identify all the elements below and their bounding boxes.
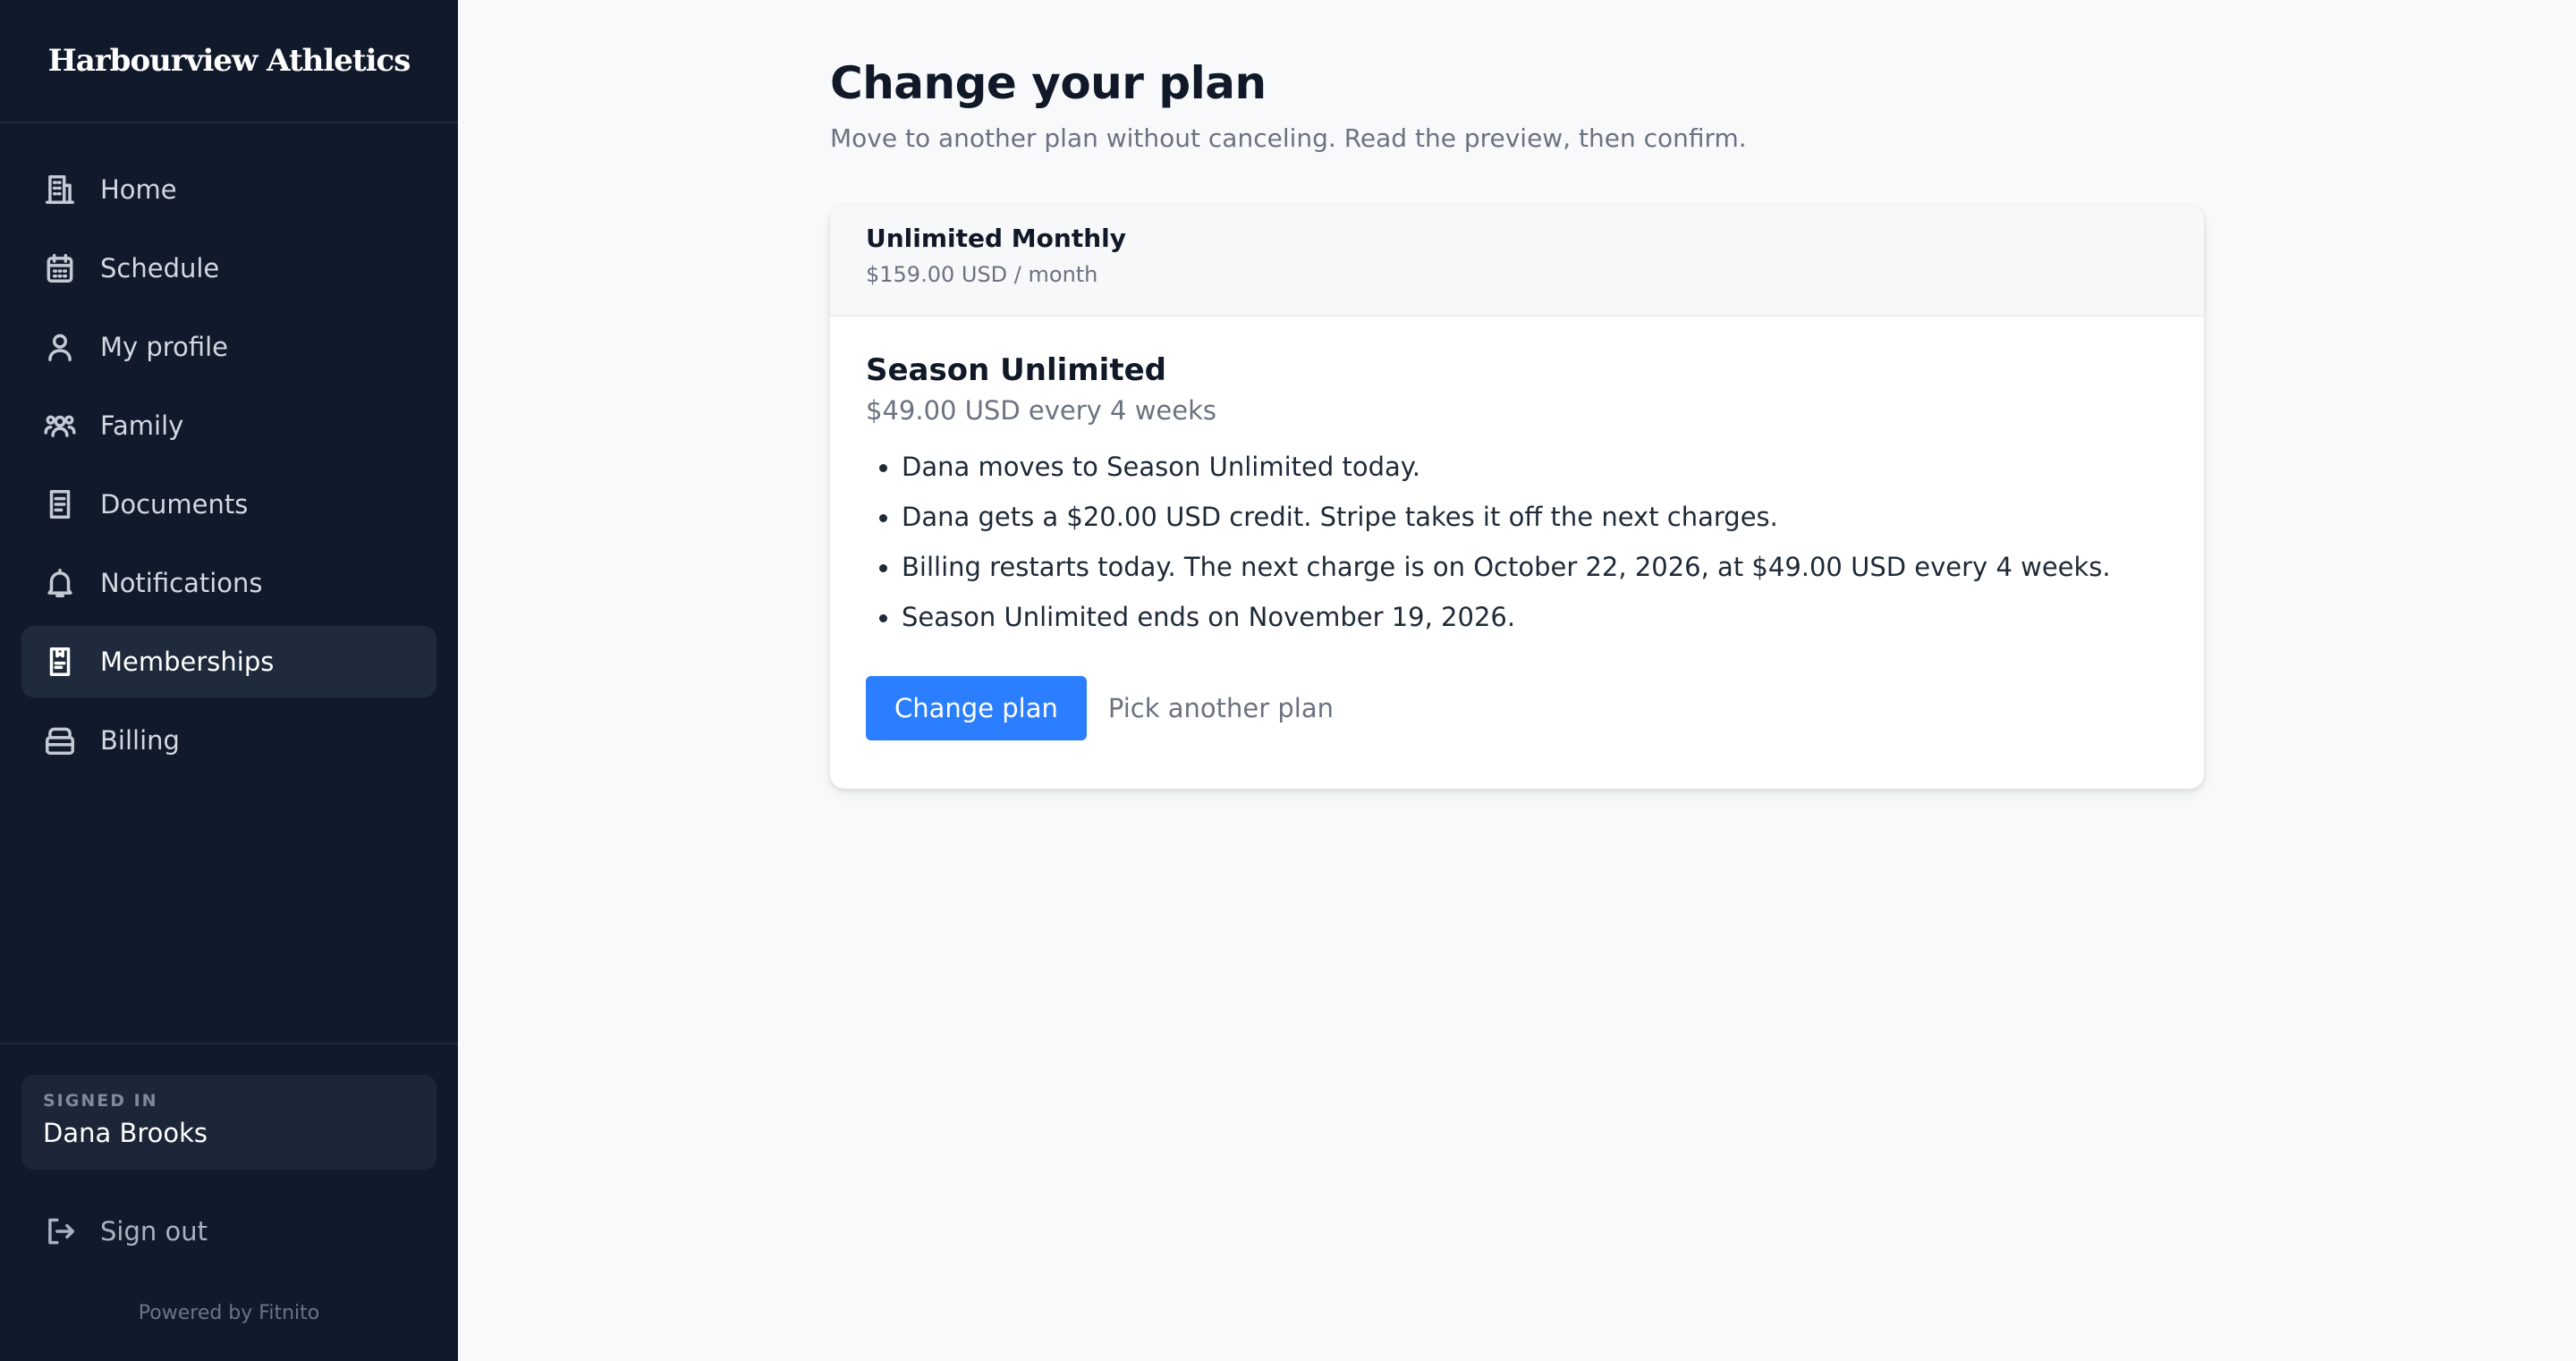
document-icon [43, 487, 77, 521]
sidebar-item-memberships[interactable]: Memberships [21, 626, 436, 697]
current-plan-name: Unlimited Monthly [866, 224, 1127, 253]
list-item: Dana gets a $20.00 USD credit. Stripe ta… [866, 492, 2168, 542]
sidebar-item-label: My profile [100, 332, 229, 362]
clipboard-icon [43, 645, 77, 679]
user-icon [43, 330, 77, 364]
list-item: Billing restarts today. The next charge … [866, 542, 2168, 592]
sign-out-button[interactable]: Sign out [21, 1207, 436, 1255]
current-plan: Unlimited Monthly $159.00 USD / month [830, 206, 2204, 317]
page-title: Change your plan [830, 57, 1267, 109]
sidebar-item-notifications[interactable]: Notifications [21, 547, 436, 619]
sidebar: Harbourview Athletics Home Schedule My p… [0, 0, 458, 1361]
signed-in-label: SIGNED IN [43, 1091, 158, 1111]
building-icon [43, 173, 77, 207]
user-name: Dana Brooks [43, 1118, 208, 1148]
bell-icon [43, 566, 77, 600]
sidebar-item-label: Memberships [100, 647, 275, 677]
sign-out-icon [48, 1218, 74, 1245]
sidebar-item-home[interactable]: Home [21, 154, 436, 225]
card-actions: Change plan Pick another plan [866, 676, 2168, 740]
pick-another-plan-link[interactable]: Pick another plan [1108, 693, 1334, 723]
powered-by: Powered by Fitnito [138, 1302, 320, 1324]
sidebar-item-my-profile[interactable]: My profile [21, 311, 436, 383]
page-subtitle: Move to another plan without canceling. … [830, 123, 1747, 153]
sidebar-item-schedule[interactable]: Schedule [21, 232, 436, 304]
sidebar-item-label: Family [100, 410, 184, 441]
sidebar-item-label: Billing [100, 725, 180, 756]
sidebar-item-documents[interactable]: Documents [21, 469, 436, 540]
sidebar-item-label: Schedule [100, 253, 220, 283]
users-icon [43, 409, 77, 443]
sidebar-item-label: Notifications [100, 568, 263, 598]
new-plan-price: $49.00 USD every 4 weeks [866, 395, 1216, 426]
new-plan-name: Season Unlimited [866, 352, 1166, 388]
sign-out-label: Sign out [100, 1216, 208, 1247]
current-plan-price: $159.00 USD / month [866, 262, 1098, 287]
wallet-icon [43, 723, 77, 757]
list-item: Season Unlimited ends on November 19, 20… [866, 592, 2168, 642]
calendar-icon [43, 251, 77, 285]
sidebar-item-label: Home [100, 174, 177, 205]
sidebar-item-family[interactable]: Family [21, 390, 436, 461]
sidebar-footer: SIGNED IN Dana Brooks Sign out Powered b… [0, 1043, 458, 1324]
new-plan: Season Unlimited $49.00 USD every 4 week… [830, 317, 2204, 740]
sidebar-item-label: Documents [100, 489, 249, 520]
brand-logo[interactable]: Harbourview Athletics [0, 0, 458, 123]
signed-in-card: SIGNED IN Dana Brooks [21, 1075, 436, 1170]
sidebar-nav: Home Schedule My profile Family Document… [0, 123, 458, 783]
change-plan-button[interactable]: Change plan [866, 676, 1087, 740]
plan-change-card: Unlimited Monthly $159.00 USD / month Se… [830, 206, 2204, 789]
sidebar-item-billing[interactable]: Billing [21, 705, 436, 776]
plan-change-details: Dana moves to Season Unlimited today. Da… [866, 442, 2168, 642]
list-item: Dana moves to Season Unlimited today. [866, 442, 2168, 492]
